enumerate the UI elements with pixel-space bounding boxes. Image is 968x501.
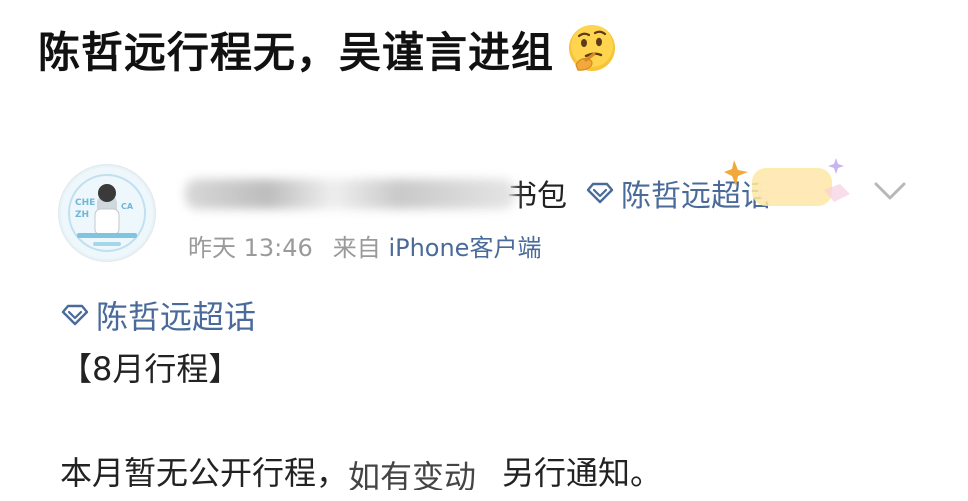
content-topic-label: 陈哲远超话: [96, 298, 257, 336]
super-topic-diamond-icon: [586, 182, 614, 204]
notice-part-3: 另行通知。: [502, 454, 663, 492]
notice-part-2: 如有变动: [348, 458, 477, 490]
content-schedule-title: 【8月行程】: [60, 350, 241, 388]
content-notice: 本月暂无公开行程， 如有变动 另行通知。: [60, 448, 662, 494]
username-blurred[interactable]: [185, 173, 515, 213]
thinking-face-emoji-icon: [569, 25, 616, 71]
post-user-row: 书包 陈哲远超话: [185, 168, 771, 218]
chevron-down-icon[interactable]: [870, 176, 910, 204]
post-meta: 昨天 13:46 来自 iPhone客户端: [188, 228, 561, 263]
post-source-prefix: 来自: [332, 234, 381, 262]
page-headline: 陈哲远行程无，吴谨言进组: [38, 18, 620, 80]
username-visible-tail[interactable]: 书包: [507, 171, 567, 215]
super-topic-diamond-icon: [61, 304, 89, 326]
avatar-image: CHE ZH CA: [61, 167, 153, 259]
avatar[interactable]: CHE ZH CA: [58, 164, 156, 262]
username-blur-mask: [185, 179, 515, 209]
post-timestamp: 昨天 13:46: [188, 234, 313, 262]
notice-part-1: 本月暂无公开行程，: [60, 454, 349, 492]
weibo-post-card: CHE ZH CA 书包 陈哲远超话 昨天 13:46 来自 iPhone客户端…: [0, 140, 968, 501]
svg-text:CA: CA: [121, 202, 134, 211]
content-topic-link[interactable]: 陈哲远超话: [60, 292, 256, 338]
headline-text: 陈哲远行程无，吴谨言进组: [38, 27, 555, 77]
svg-text:CHE: CHE: [75, 198, 95, 208]
post-source-device[interactable]: iPhone客户端: [388, 234, 541, 262]
decorative-badge-icon: [724, 158, 850, 206]
svg-text:ZH: ZH: [75, 210, 89, 220]
